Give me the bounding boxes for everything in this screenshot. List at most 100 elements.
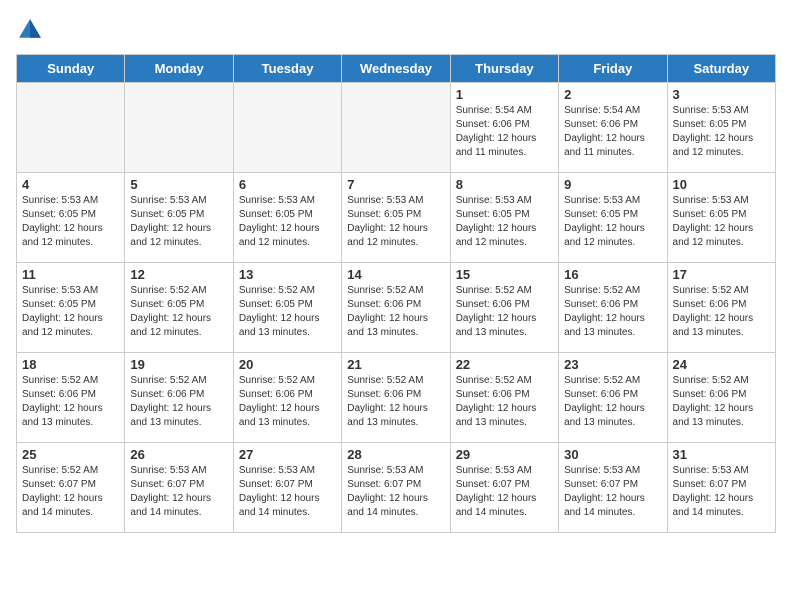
day-header-friday: Friday <box>559 55 667 83</box>
calendar-cell: 15 Sunrise: 5:52 AM Sunset: 6:06 PM Dayli… <box>450 263 558 353</box>
day-info: Sunrise: 5:52 AM Sunset: 6:06 PM Dayligh… <box>456 374 553 430</box>
day-info: Sunrise: 5:53 AM Sunset: 6:07 PM Dayligh… <box>347 464 444 520</box>
week-row-4: 18 Sunrise: 5:52 AM Sunset: 6:06 PM Dayli… <box>17 353 776 443</box>
calendar-cell <box>233 83 341 173</box>
calendar-cell: 12Sunrise: 5:52 AM Sunset: 6:05 PM Dayli… <box>125 263 233 353</box>
day-number: 2 <box>564 87 661 102</box>
day-header-monday: Monday <box>125 55 233 83</box>
day-info: Sunrise: 5:53 AM Sunset: 6:07 PM Dayligh… <box>564 464 661 520</box>
day-number: 15 <box>456 267 553 282</box>
calendar-cell: 25 Sunrise: 5:52 AM Sunset: 6:07 PM Dayli… <box>17 443 125 533</box>
calendar-cell <box>17 83 125 173</box>
day-number: 12 <box>130 267 227 282</box>
day-number: 19 <box>130 357 227 372</box>
day-info: Sunrise: 5:53 AM Sunset: 6:07 PM Dayligh… <box>239 464 336 520</box>
calendar-cell: 6Sunrise: 5:53 AM Sunset: 6:05 PM Daylig… <box>233 173 341 263</box>
day-info: Sunrise: 5:52 AM Sunset: 6:06 PM Dayligh… <box>673 374 770 430</box>
day-info: Sunrise: 5:53 AM Sunset: 6:05 PM Dayligh… <box>239 194 336 250</box>
week-row-5: 25 Sunrise: 5:52 AM Sunset: 6:07 PM Dayli… <box>17 443 776 533</box>
day-number: 1 <box>456 87 553 102</box>
day-number: 8 <box>456 177 553 192</box>
day-number: 26 <box>130 447 227 462</box>
calendar-cell: 16 Sunrise: 5:52 AM Sunset: 6:06 PM Dayli… <box>559 263 667 353</box>
calendar-cell: 1 Sunrise: 5:54 AM Sunset: 6:06 PM Daylig… <box>450 83 558 173</box>
day-number: 30 <box>564 447 661 462</box>
day-number: 13 <box>239 267 336 282</box>
day-info: Sunrise: 5:52 AM Sunset: 6:06 PM Dayligh… <box>347 374 444 430</box>
logo <box>16 16 48 44</box>
day-number: 24 <box>673 357 770 372</box>
day-info: Sunrise: 5:52 AM Sunset: 6:06 PM Dayligh… <box>347 284 444 340</box>
day-number: 14 <box>347 267 444 282</box>
calendar-cell: 11Sunrise: 5:53 AM Sunset: 6:05 PM Dayli… <box>17 263 125 353</box>
calendar-cell: 30 Sunrise: 5:53 AM Sunset: 6:07 PM Dayli… <box>559 443 667 533</box>
day-info: Sunrise: 5:52 AM Sunset: 6:06 PM Dayligh… <box>456 284 553 340</box>
day-info: Sunrise: 5:53 AM Sunset: 6:05 PM Dayligh… <box>673 104 770 160</box>
day-number: 21 <box>347 357 444 372</box>
day-info: Sunrise: 5:54 AM Sunset: 6:06 PM Dayligh… <box>456 104 553 160</box>
day-info: Sunrise: 5:53 AM Sunset: 6:05 PM Dayligh… <box>130 194 227 250</box>
day-number: 23 <box>564 357 661 372</box>
day-info: Sunrise: 5:54 AM Sunset: 6:06 PM Dayligh… <box>564 104 661 160</box>
day-number: 16 <box>564 267 661 282</box>
calendar-cell: 9Sunrise: 5:53 AM Sunset: 6:05 PM Daylig… <box>559 173 667 263</box>
day-info: Sunrise: 5:53 AM Sunset: 6:05 PM Dayligh… <box>673 194 770 250</box>
week-row-3: 11Sunrise: 5:53 AM Sunset: 6:05 PM Dayli… <box>17 263 776 353</box>
day-number: 10 <box>673 177 770 192</box>
day-number: 17 <box>673 267 770 282</box>
calendar-cell: 3 Sunrise: 5:53 AM Sunset: 6:05 PM Daylig… <box>667 83 775 173</box>
calendar-cell: 10 Sunrise: 5:53 AM Sunset: 6:05 PM Dayli… <box>667 173 775 263</box>
calendar-cell: 28 Sunrise: 5:53 AM Sunset: 6:07 PM Dayli… <box>342 443 450 533</box>
day-info: Sunrise: 5:53 AM Sunset: 6:05 PM Dayligh… <box>456 194 553 250</box>
day-number: 31 <box>673 447 770 462</box>
day-info: Sunrise: 5:52 AM Sunset: 6:06 PM Dayligh… <box>564 284 661 340</box>
calendar-cell: 27Sunrise: 5:53 AM Sunset: 6:07 PM Dayli… <box>233 443 341 533</box>
calendar-cell: 29Sunrise: 5:53 AM Sunset: 6:07 PM Dayli… <box>450 443 558 533</box>
calendar-cell: 13 Sunrise: 5:52 AM Sunset: 6:05 PM Dayli… <box>233 263 341 353</box>
calendar-cell: 7 Sunrise: 5:53 AM Sunset: 6:05 PM Daylig… <box>342 173 450 263</box>
day-info: Sunrise: 5:52 AM Sunset: 6:07 PM Dayligh… <box>22 464 119 520</box>
week-row-2: 4 Sunrise: 5:53 AM Sunset: 6:05 PM Daylig… <box>17 173 776 263</box>
day-headers-row: SundayMondayTuesdayWednesdayThursdayFrid… <box>17 55 776 83</box>
calendar-cell: 8 Sunrise: 5:53 AM Sunset: 6:05 PM Daylig… <box>450 173 558 263</box>
calendar-cell: 20 Sunrise: 5:52 AM Sunset: 6:06 PM Dayli… <box>233 353 341 443</box>
calendar-cell <box>125 83 233 173</box>
day-header-thursday: Thursday <box>450 55 558 83</box>
calendar-table: SundayMondayTuesdayWednesdayThursdayFrid… <box>16 54 776 533</box>
day-header-wednesday: Wednesday <box>342 55 450 83</box>
day-number: 9 <box>564 177 661 192</box>
day-header-saturday: Saturday <box>667 55 775 83</box>
page-header <box>16 16 776 44</box>
calendar-cell: 22 Sunrise: 5:52 AM Sunset: 6:06 PM Dayli… <box>450 353 558 443</box>
day-number: 20 <box>239 357 336 372</box>
day-number: 22 <box>456 357 553 372</box>
day-number: 28 <box>347 447 444 462</box>
week-row-1: 1 Sunrise: 5:54 AM Sunset: 6:06 PM Daylig… <box>17 83 776 173</box>
calendar-cell: 2 Sunrise: 5:54 AM Sunset: 6:06 PM Daylig… <box>559 83 667 173</box>
calendar-cell: 4 Sunrise: 5:53 AM Sunset: 6:05 PM Daylig… <box>17 173 125 263</box>
day-info: Sunrise: 5:53 AM Sunset: 6:05 PM Dayligh… <box>22 194 119 250</box>
logo-icon <box>16 16 44 44</box>
calendar-cell <box>342 83 450 173</box>
day-info: Sunrise: 5:52 AM Sunset: 6:06 PM Dayligh… <box>239 374 336 430</box>
calendar-cell: 21 Sunrise: 5:52 AM Sunset: 6:06 PM Dayli… <box>342 353 450 443</box>
calendar-cell: 26Sunrise: 5:53 AM Sunset: 6:07 PM Dayli… <box>125 443 233 533</box>
day-number: 7 <box>347 177 444 192</box>
day-info: Sunrise: 5:53 AM Sunset: 6:07 PM Dayligh… <box>673 464 770 520</box>
day-info: Sunrise: 5:53 AM Sunset: 6:05 PM Dayligh… <box>347 194 444 250</box>
calendar-cell: 5Sunrise: 5:53 AM Sunset: 6:05 PM Daylig… <box>125 173 233 263</box>
day-info: Sunrise: 5:52 AM Sunset: 6:05 PM Dayligh… <box>239 284 336 340</box>
day-info: Sunrise: 5:53 AM Sunset: 6:05 PM Dayligh… <box>22 284 119 340</box>
day-info: Sunrise: 5:52 AM Sunset: 6:06 PM Dayligh… <box>673 284 770 340</box>
calendar-cell: 14 Sunrise: 5:52 AM Sunset: 6:06 PM Dayli… <box>342 263 450 353</box>
calendar-cell: 31 Sunrise: 5:53 AM Sunset: 6:07 PM Dayli… <box>667 443 775 533</box>
day-number: 4 <box>22 177 119 192</box>
day-number: 3 <box>673 87 770 102</box>
day-header-sunday: Sunday <box>17 55 125 83</box>
calendar-cell: 23 Sunrise: 5:52 AM Sunset: 6:06 PM Dayli… <box>559 353 667 443</box>
calendar-cell: 24 Sunrise: 5:52 AM Sunset: 6:06 PM Dayli… <box>667 353 775 443</box>
day-number: 25 <box>22 447 119 462</box>
day-number: 18 <box>22 357 119 372</box>
day-info: Sunrise: 5:52 AM Sunset: 6:06 PM Dayligh… <box>564 374 661 430</box>
calendar-cell: 19Sunrise: 5:52 AM Sunset: 6:06 PM Dayli… <box>125 353 233 443</box>
